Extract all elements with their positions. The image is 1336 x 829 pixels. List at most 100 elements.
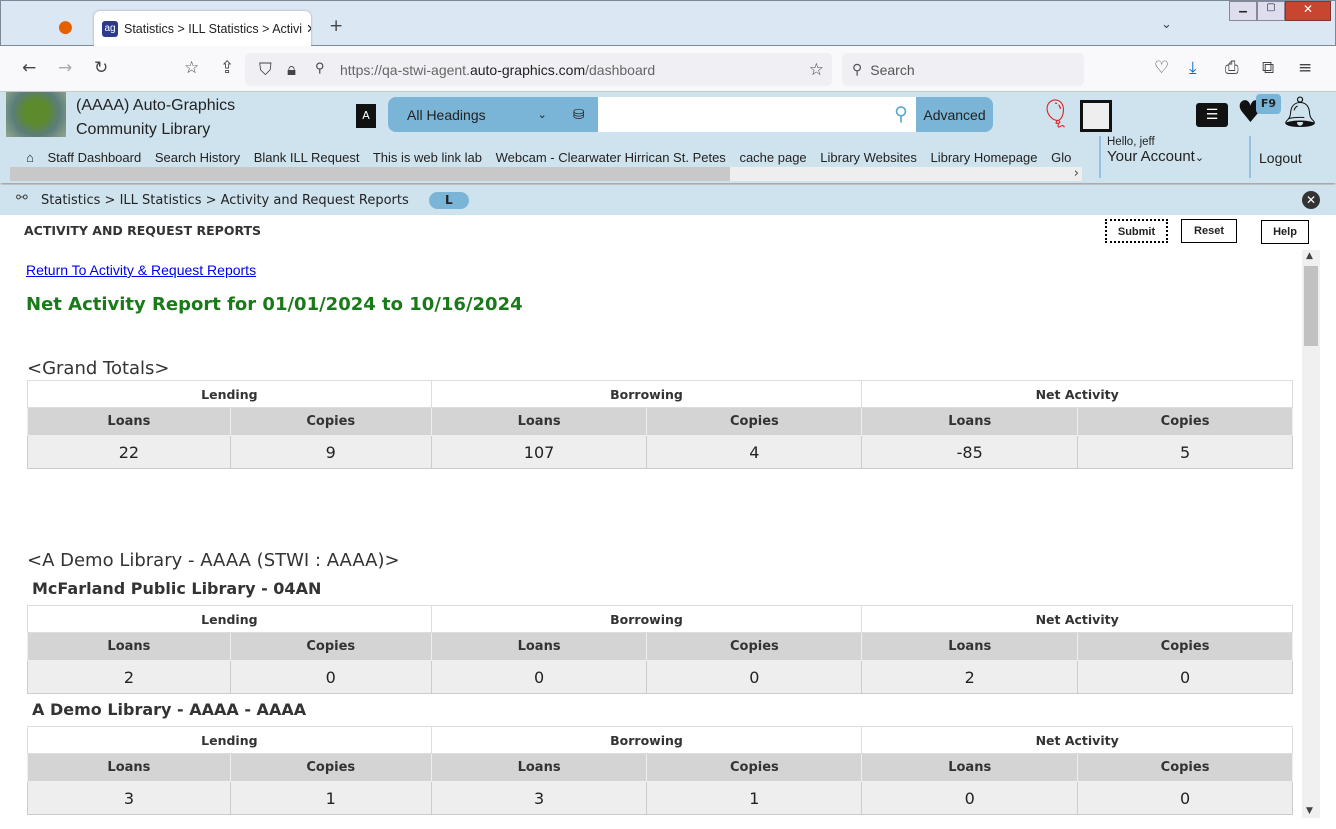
table-row: 200020 (27, 660, 1293, 694)
close-tab-icon[interactable]: ✕ (306, 21, 311, 36)
nav-link[interactable]: Blank ILL Request (254, 150, 360, 165)
permissions-icon[interactable]: ⚲ (315, 61, 325, 74)
lock-icon[interactable]: 🔒︎ (287, 61, 296, 78)
links-scrollbar[interactable]: › (10, 167, 1082, 181)
shield-icon[interactable]: ⛉ (259, 61, 272, 78)
nav-link[interactable]: This is web link lab (373, 150, 482, 165)
search-scope-dropdown[interactable]: All Headings ⌄ ⛁ (388, 97, 598, 132)
library-name-line2: Community Library (76, 121, 211, 138)
group-header: Net Activity (861, 605, 1293, 633)
database-icon[interactable]: ⛁ (573, 106, 585, 123)
search-input[interactable]: ⚲ (598, 97, 916, 132)
balloon-icon[interactable]: 🎈︎ (1038, 100, 1074, 128)
table-cell: 2 (861, 660, 1079, 694)
table-cell: 0 (861, 781, 1079, 815)
tab-list-chevron-icon[interactable]: ⌄ (1161, 18, 1172, 31)
account-menu[interactable]: Hello, jeff Your Account⌄ (1099, 136, 1247, 178)
scroll-right-icon[interactable]: › (1074, 167, 1079, 180)
pocket-icon[interactable]: ♡ (1154, 60, 1169, 77)
account-label: Your Account (1107, 148, 1195, 165)
nav-link[interactable]: Library Websites (820, 150, 917, 165)
library-name-line1: (AAAA) Auto-Graphics (76, 97, 236, 114)
firefox-icon: ● (58, 17, 73, 37)
reload-icon[interactable]: ↻ (94, 60, 108, 77)
scroll-down-icon[interactable]: ▼ (1306, 807, 1313, 816)
language-icon[interactable]: A (356, 104, 376, 128)
app-header: (AAAA) Auto-Graphics Community Library A… (0, 92, 1336, 183)
breadcrumb-pill[interactable]: L (428, 191, 469, 209)
download-icon[interactable]: ⤓ (1189, 60, 1197, 77)
column-header: Loans (861, 407, 1079, 436)
upload-search-icon[interactable] (1080, 100, 1112, 132)
nav-link[interactable]: Glo (1051, 150, 1071, 165)
group-header: Net Activity (861, 726, 1293, 754)
url-prefix: https://qa-stwi-agent. (340, 61, 470, 78)
group-header: Lending (27, 605, 432, 633)
star-icon[interactable]: ☆ (809, 61, 824, 78)
share-icon[interactable]: ⇪ (220, 60, 234, 77)
activity-table: Lending Borrowing Net Activity Loans Copies L… (27, 605, 1293, 694)
table-cell: 0 (430, 660, 648, 694)
browser-tab[interactable]: ag Statistics > ILL Statistics > Activi … (94, 11, 311, 46)
column-header: Loans (861, 753, 1079, 782)
table-row: 313100 (27, 781, 1293, 815)
table-row: 22 9 107 4 -85 5 (27, 435, 1293, 469)
logout-link[interactable]: Logout (1249, 136, 1302, 178)
return-link[interactable]: Return To Activity & Request Reports (26, 262, 256, 278)
table-cell: 0 (1077, 660, 1293, 694)
menu-icon[interactable]: ≡ (1298, 60, 1312, 77)
column-header: Copies (646, 753, 863, 782)
chevron-down-icon: ⌄ (537, 109, 547, 121)
close-icon[interactable]: ✕ (1302, 191, 1320, 209)
advanced-search-button[interactable]: Advanced (916, 97, 993, 132)
nav-link[interactable]: Search History (155, 150, 240, 165)
reset-button[interactable]: Reset (1181, 219, 1237, 243)
nav-link[interactable]: Library Homepage (931, 150, 1038, 165)
table-cell: -85 (861, 435, 1079, 469)
group-header-row: Lending Borrowing Net Activity (27, 605, 1293, 633)
nav-link[interactable]: Webcam - Clearwater Hirrican St. Petes (496, 150, 726, 165)
close-window-icon[interactable]: ✕ (1285, 1, 1331, 21)
group-header: Lending (27, 380, 432, 408)
column-header: Loans (430, 753, 648, 782)
scrollbar-thumb[interactable] (1304, 266, 1318, 346)
table-cell: 3 (27, 781, 231, 815)
url-path: /dashboard (585, 61, 656, 78)
scroll-up-icon[interactable]: ▲ (1306, 252, 1313, 261)
table-cell: 3 (430, 781, 648, 815)
group-header: Lending (27, 726, 432, 754)
nav-link[interactable]: Staff Dashboard (47, 150, 141, 165)
home-icon[interactable]: ⌂ (26, 150, 34, 165)
search-icon: ⚲ (852, 61, 863, 77)
scrollbar-thumb[interactable] (10, 167, 730, 181)
bookmark-page-icon[interactable]: ☆ (184, 60, 199, 77)
nav-link[interactable]: cache page (739, 150, 806, 165)
forward-icon[interactable]: → (58, 60, 72, 77)
search-scope-value: All Headings (407, 106, 486, 123)
column-header: Copies (646, 407, 863, 436)
search-icon[interactable]: ⚲ (894, 105, 908, 124)
minimize-icon[interactable]: ▁ (1229, 1, 1257, 21)
bell-icon[interactable]: 🔔︎ (1281, 98, 1319, 128)
submit-button[interactable]: Submit (1105, 219, 1168, 243)
breadcrumb-text: Statistics > ILL Statistics > Activity a… (41, 192, 409, 208)
column-header: Copies (229, 632, 432, 661)
list-icon[interactable]: ☰ (1196, 103, 1228, 127)
table-cell: 0 (1077, 781, 1293, 815)
table-cell: 1 (229, 781, 432, 815)
url-bar[interactable]: ⛉ 🔒︎ ⚲ https://qa-stwi-agent. auto-graphi… (245, 53, 832, 86)
group-header-row: Lending Borrowing Net Activity (27, 726, 1293, 754)
link-icon: ⚯ (16, 190, 28, 206)
breadcrumb: ⚯ Statistics > ILL Statistics > Activity… (0, 185, 1336, 215)
group-header: Borrowing (430, 605, 863, 633)
extensions-icon[interactable]: ⧉ (1262, 60, 1274, 77)
column-header: Loans (430, 632, 648, 661)
back-icon[interactable]: ← (22, 60, 36, 77)
column-header: Copies (1077, 753, 1293, 782)
help-button[interactable]: Help (1261, 220, 1309, 244)
new-tab-icon[interactable]: + (329, 18, 343, 35)
print-icon[interactable]: ⎙ (1225, 60, 1239, 77)
search-placeholder: Search (870, 61, 915, 78)
browser-search-field[interactable]: ⚲ Search (842, 53, 1084, 86)
maximize-icon[interactable]: ▢ (1257, 1, 1285, 21)
